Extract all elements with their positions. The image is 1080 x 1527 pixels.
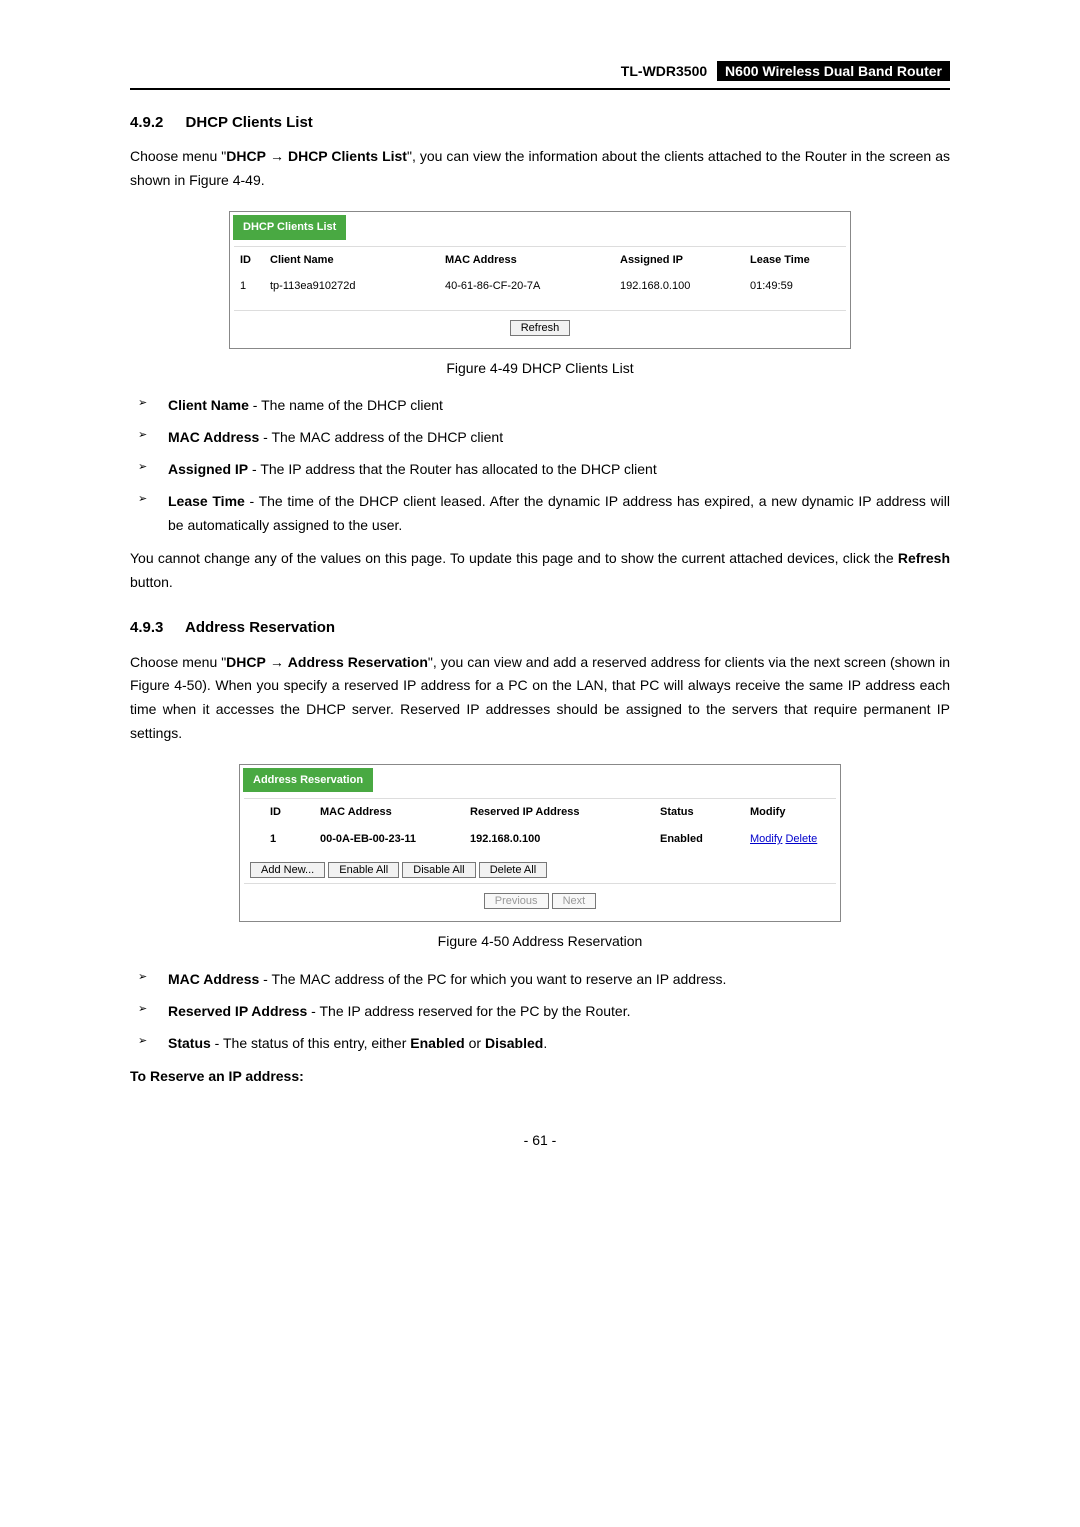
refresh-word: Refresh xyxy=(898,550,950,566)
term: Status xyxy=(168,1035,211,1051)
desc: - The status of this entry, either xyxy=(211,1035,410,1051)
desc: - The time of the DHCP client leased. Af… xyxy=(168,493,950,533)
table-row: 1 00-0A-EB-00-23-11 192.168.0.100 Enable… xyxy=(240,826,840,853)
section-heading-address-reservation: 4.9.3 Address Reservation xyxy=(130,615,950,641)
term: MAC Address xyxy=(168,971,259,987)
refresh-note: You cannot change any of the values on t… xyxy=(130,547,950,595)
section-heading-dhcp-clients: 4.9.2 DHCP Clients List xyxy=(130,110,950,136)
desc: - The IP address reserved for the PC by … xyxy=(307,1003,630,1019)
cell-mac: 40-61-86-CF-20-7A xyxy=(445,277,620,296)
intro-pre: Choose menu " xyxy=(130,148,226,164)
cell-id: 1 xyxy=(270,830,320,849)
list-item: MAC Address - The MAC address of the DHC… xyxy=(130,426,950,450)
term: MAC Address xyxy=(168,429,259,445)
cell-actions: Modify Delete xyxy=(750,830,840,849)
model-label: TL-WDR3500 xyxy=(621,63,707,79)
intro-pre: Choose menu " xyxy=(130,654,226,670)
table-header-row: ID Client Name MAC Address Assigned IP L… xyxy=(230,247,850,274)
list-item: Assigned IP - The IP address that the Ro… xyxy=(130,458,950,482)
text: button. xyxy=(130,574,173,590)
list-item: Status - The status of this entry, eithe… xyxy=(130,1032,950,1056)
term: Assigned IP xyxy=(168,461,248,477)
cell-ip: 192.168.0.100 xyxy=(620,277,750,296)
desc: - The MAC address of the PC for which yo… xyxy=(259,971,726,987)
section-number: 4.9.3 xyxy=(130,619,163,636)
address-reservation-panel: Address Reservation ID MAC Address Reser… xyxy=(239,764,841,922)
cell-ip: 192.168.0.100 xyxy=(470,830,660,849)
page-header: TL-WDR3500 N600 Wireless Dual Band Route… xyxy=(130,60,950,90)
list-item: Lease Time - The time of the DHCP client… xyxy=(130,490,950,538)
section-title: Address Reservation xyxy=(185,619,335,636)
table-row: 1 tp-113ea910272d 40-61-86-CF-20-7A 192.… xyxy=(230,273,850,300)
device-title: N600 Wireless Dual Band Router xyxy=(717,61,950,81)
reservation-field-list: MAC Address - The MAC address of the PC … xyxy=(130,968,950,1055)
cell-status: Enabled xyxy=(660,830,750,849)
next-button[interactable]: Next xyxy=(552,893,597,909)
col-id: ID xyxy=(270,803,320,822)
cell-lease: 01:49:59 xyxy=(750,277,840,296)
list-item: MAC Address - The MAC address of the PC … xyxy=(130,968,950,992)
refresh-button[interactable]: Refresh xyxy=(510,320,571,336)
arrow-icon: → xyxy=(270,654,284,670)
col-mac: MAC Address xyxy=(445,251,620,270)
col-mac: MAC Address xyxy=(320,803,470,822)
cell-client: tp-113ea910272d xyxy=(270,277,445,296)
enable-all-button[interactable]: Enable All xyxy=(328,862,399,878)
figure-caption-50: Figure 4-50 Address Reservation xyxy=(130,930,950,954)
term: Reserved IP Address xyxy=(168,1003,307,1019)
col-status: Status xyxy=(660,803,750,822)
col-modify: Modify xyxy=(750,803,830,822)
menu-path-clients: DHCP Clients List xyxy=(288,148,407,164)
cell-id: 1 xyxy=(240,277,270,296)
disabled-word: Disabled xyxy=(485,1035,543,1051)
desc: - The name of the DHCP client xyxy=(249,397,443,413)
desc: - The MAC address of the DHCP client xyxy=(259,429,503,445)
modify-link[interactable]: Modify xyxy=(750,833,782,845)
menu-path-dhcp: DHCP xyxy=(226,148,266,164)
arrow-icon: → xyxy=(270,148,284,164)
enabled-word: Enabled xyxy=(410,1035,464,1051)
delete-link[interactable]: Delete xyxy=(785,833,817,845)
menu-path-dhcp: DHCP xyxy=(226,654,266,670)
add-new-button[interactable]: Add New... xyxy=(250,862,325,878)
reserve-ip-heading: To Reserve an IP address: xyxy=(130,1065,950,1089)
col-reserved-ip: Reserved IP Address xyxy=(470,803,660,822)
delete-all-button[interactable]: Delete All xyxy=(479,862,547,878)
panel-title: Address Reservation xyxy=(243,768,373,793)
col-lease-time: Lease Time xyxy=(750,251,840,270)
disable-all-button[interactable]: Disable All xyxy=(402,862,475,878)
col-client-name: Client Name xyxy=(270,251,445,270)
desc: . xyxy=(543,1035,547,1051)
list-item: Client Name - The name of the DHCP clien… xyxy=(130,394,950,418)
previous-button[interactable]: Previous xyxy=(484,893,549,909)
section-number: 4.9.2 xyxy=(130,114,163,131)
section-title: DHCP Clients List xyxy=(186,114,313,131)
list-item: Reserved IP Address - The IP address res… xyxy=(130,1000,950,1024)
page-number: - 61 - xyxy=(130,1129,950,1153)
panel-title: DHCP Clients List xyxy=(233,215,346,240)
menu-path-address-res: Address Reservation xyxy=(288,654,428,670)
col-id: ID xyxy=(240,251,270,270)
section2-intro: Choose menu "DHCP → Address Reservation"… xyxy=(130,651,950,746)
text: You cannot change any of the values on t… xyxy=(130,550,898,566)
cell-mac: 00-0A-EB-00-23-11 xyxy=(320,830,470,849)
desc: - The IP address that the Router has all… xyxy=(248,461,657,477)
table-header-row: ID MAC Address Reserved IP Address Statu… xyxy=(240,799,840,826)
desc: or xyxy=(465,1035,485,1051)
col-assigned-ip: Assigned IP xyxy=(620,251,750,270)
figure-caption-49: Figure 4-49 DHCP Clients List xyxy=(130,357,950,381)
section1-intro: Choose menu "DHCP → DHCP Clients List", … xyxy=(130,145,950,193)
term: Client Name xyxy=(168,397,249,413)
dhcp-clients-list-panel: DHCP Clients List ID Client Name MAC Add… xyxy=(229,211,851,349)
dhcp-field-list: Client Name - The name of the DHCP clien… xyxy=(130,394,950,537)
term: Lease Time xyxy=(168,493,245,509)
